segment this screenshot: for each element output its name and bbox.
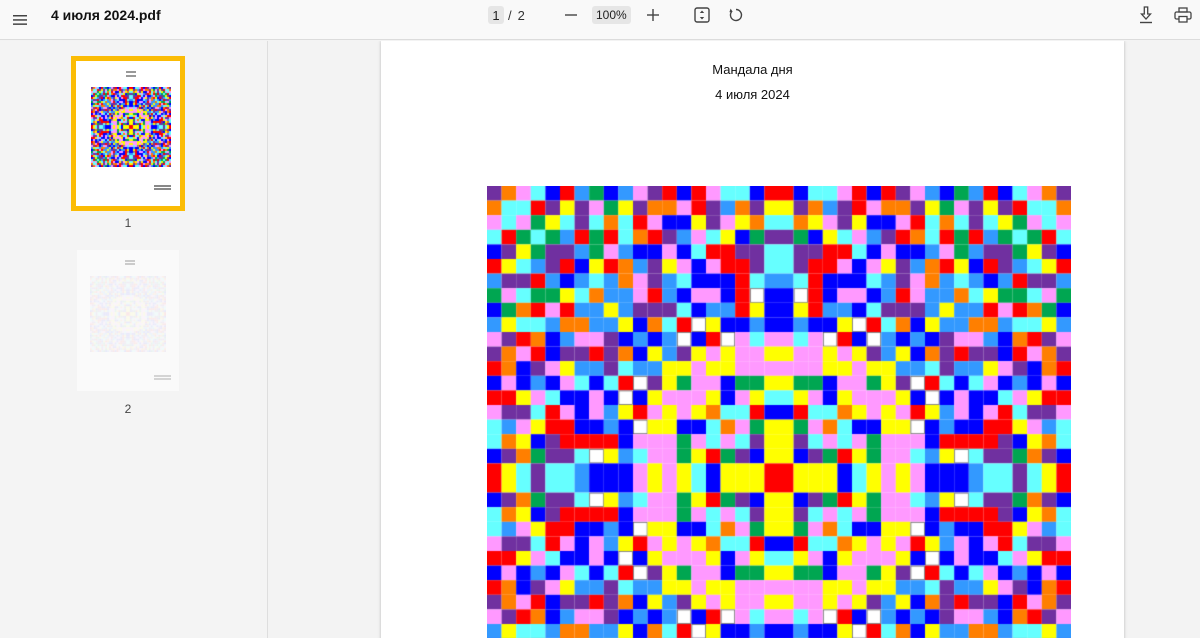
page-thumbnail-1[interactable] — [71, 56, 185, 211]
mandala-image — [487, 186, 1071, 638]
print-icon — [1174, 7, 1192, 23]
thumbnail-label-2: 2 — [124, 402, 132, 416]
rotate-icon — [729, 8, 743, 22]
page-count: / 2 — [508, 6, 525, 24]
menu-button[interactable] — [6, 6, 34, 34]
thumbnail-mandala-faded — [90, 276, 166, 352]
document-heading: Мандала дня — [712, 62, 793, 77]
document-viewer[interactable]: Мандала дня 4 июля 2024 — [269, 41, 1200, 638]
fit-page-icon — [694, 7, 710, 23]
pdf-toolbar: 4 июля 2024.pdf 1 / 2 100% — [0, 0, 1200, 40]
download-button[interactable] — [1134, 2, 1158, 28]
document-date: 4 июля 2024 — [715, 87, 790, 102]
thumbnail-mandala — [91, 87, 171, 167]
rotate-button[interactable] — [724, 2, 748, 28]
print-button[interactable] — [1170, 2, 1196, 28]
zoom-out-button[interactable] — [558, 2, 584, 28]
page-separator: / — [508, 7, 512, 23]
minus-icon — [565, 14, 577, 16]
page-thumbnail-2[interactable] — [77, 250, 179, 391]
current-page-input[interactable]: 1 — [488, 6, 504, 24]
zoom-in-button[interactable] — [640, 2, 666, 28]
fit-to-page-button[interactable] — [690, 2, 714, 28]
thumbnail-label-1: 1 — [124, 216, 132, 230]
total-pages: 2 — [517, 7, 525, 23]
pdf-page-1: Мандала дня 4 июля 2024 — [381, 41, 1124, 638]
plus-icon — [647, 9, 659, 21]
document-title: 4 июля 2024.pdf — [51, 7, 161, 23]
thumbnail-sidebar: 1 2 — [0, 41, 268, 638]
hamburger-menu-icon — [13, 15, 27, 25]
zoom-level-field[interactable]: 100% — [592, 6, 631, 24]
download-icon — [1140, 6, 1152, 24]
